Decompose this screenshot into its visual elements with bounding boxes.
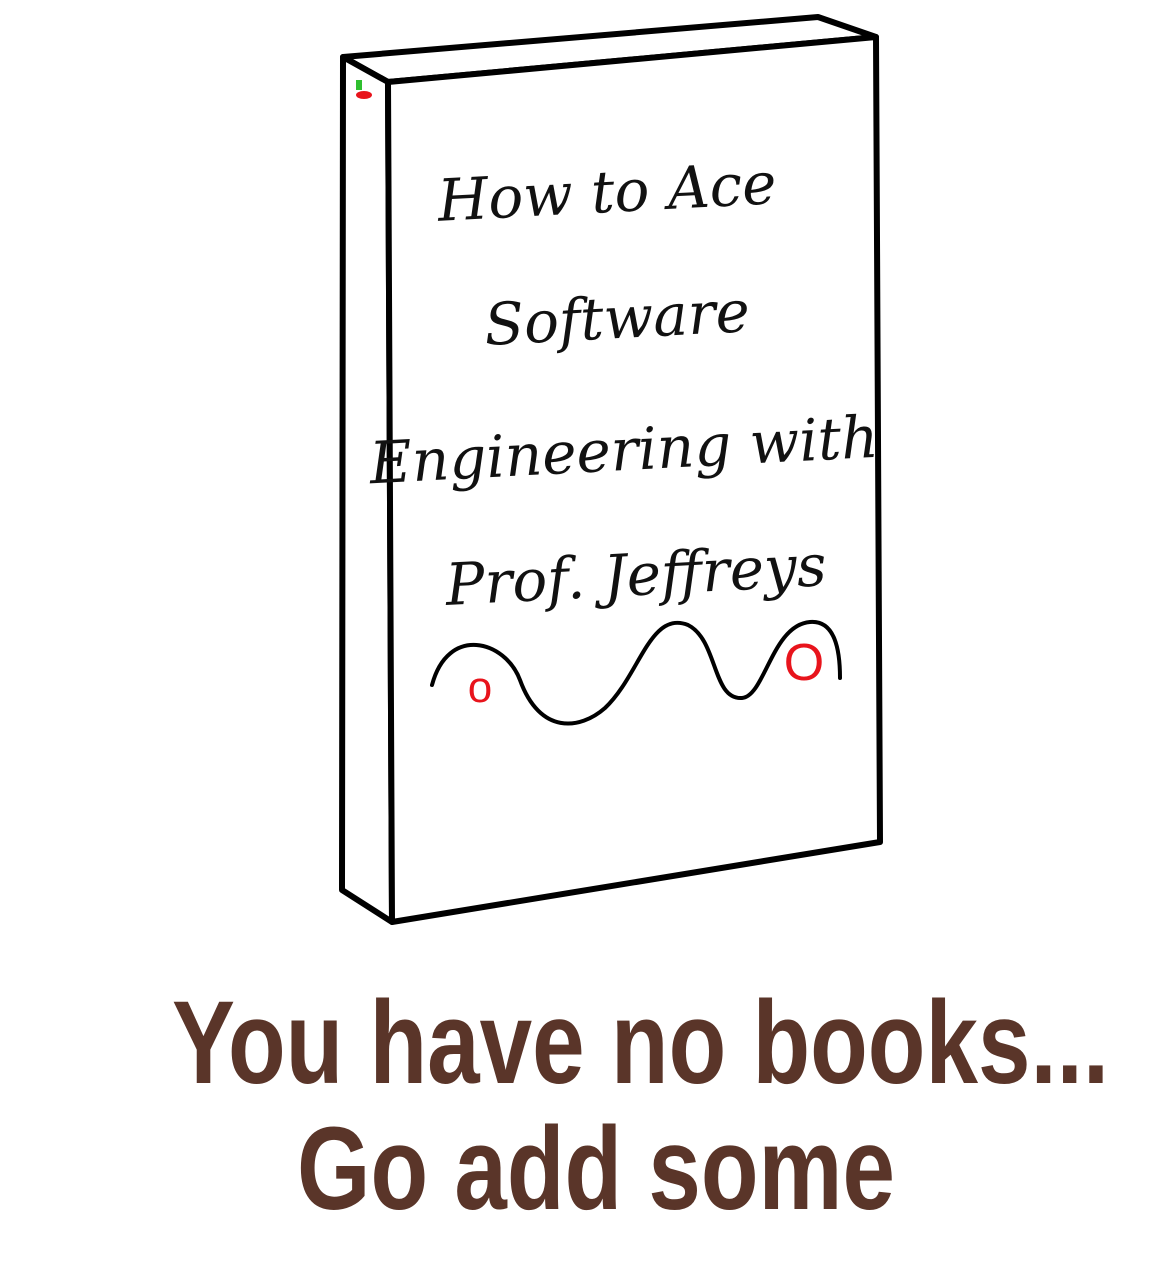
empty-state-message: You have no books... Go add some [116, 977, 1110, 1235]
empty-state: How to Ace Software Engineering with Pro… [0, 0, 1160, 1264]
book-title-line-2: Software [483, 277, 752, 359]
book-illustration: How to Ace Software Engineering with Pro… [339, 14, 883, 925]
empty-state-line-2: Go add some [297, 1103, 895, 1235]
empty-state-line-1: You have no books... [172, 977, 1110, 1109]
logo-letter-right: O [784, 634, 824, 692]
logo-letter-left: o [468, 663, 492, 712]
